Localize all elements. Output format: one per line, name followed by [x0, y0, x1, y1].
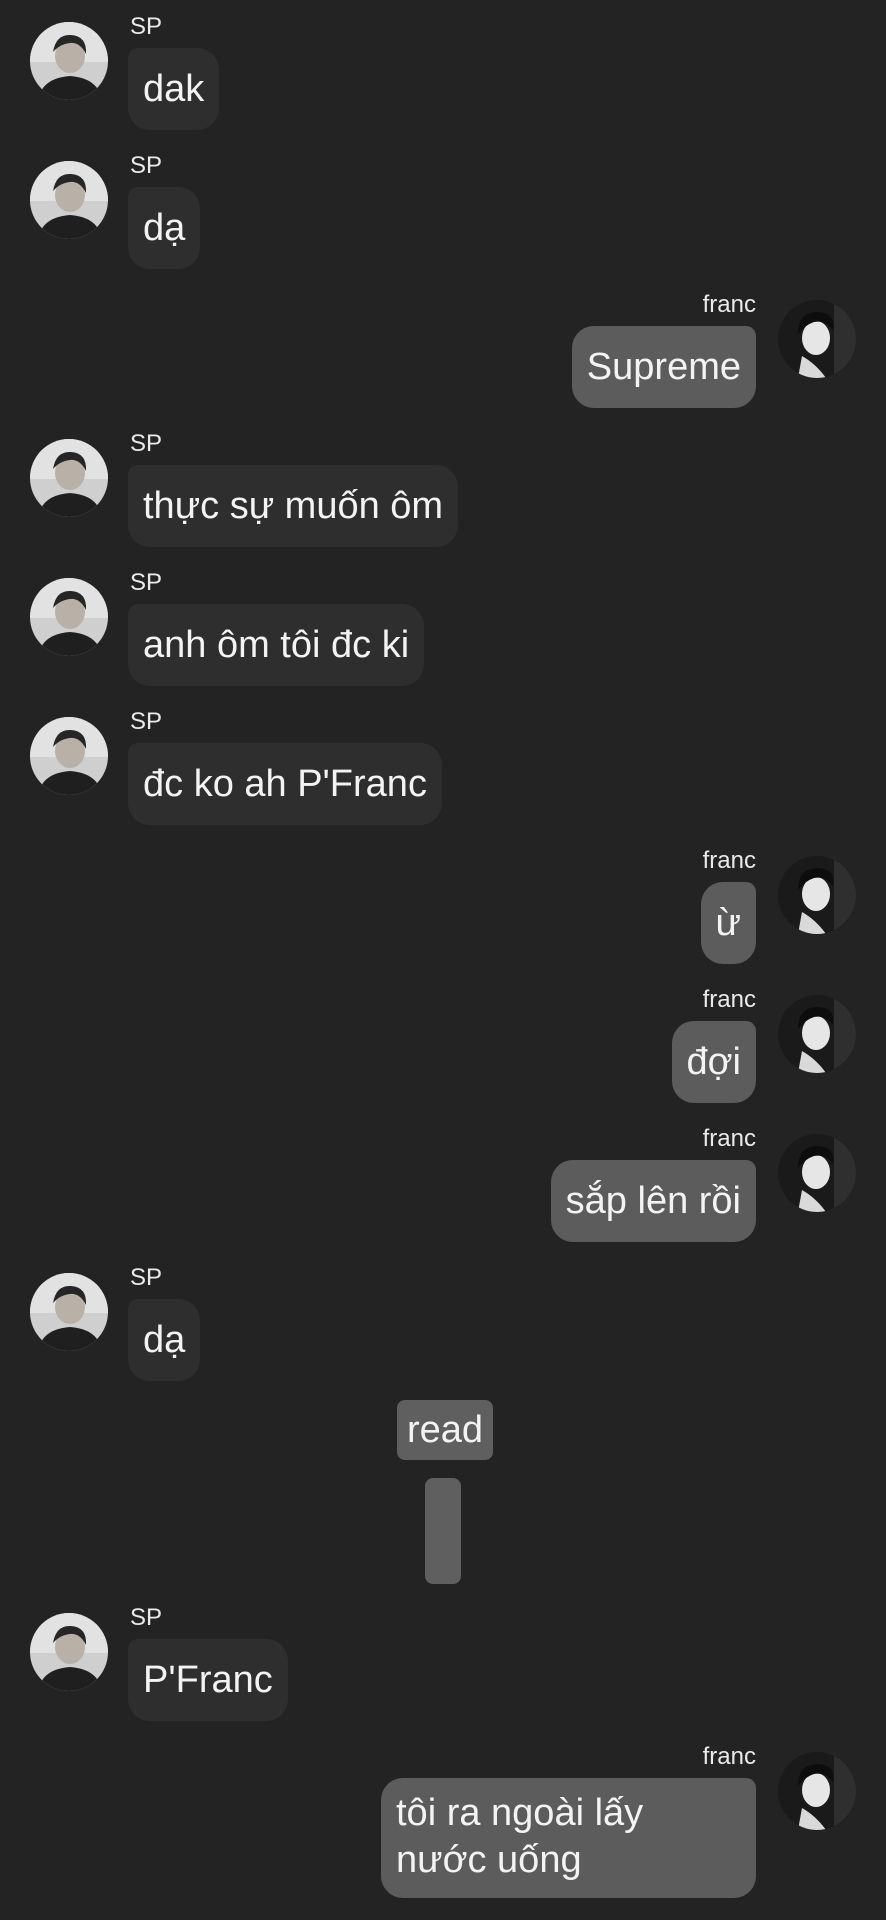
message-bubble[interactable]: ừ	[700, 882, 756, 964]
avatar[interactable]	[778, 995, 856, 1073]
sender-name: SP	[130, 1264, 163, 1291]
person-avatar-icon	[30, 578, 108, 656]
sender-name: franc	[702, 847, 756, 874]
person-avatar-icon	[778, 995, 856, 1073]
sender-name: SP	[130, 708, 163, 735]
sender-name: franc	[702, 1743, 756, 1770]
message-bubble[interactable]: Supreme	[571, 326, 756, 408]
person-avatar-icon	[30, 161, 108, 239]
scroll-handle[interactable]	[425, 1478, 461, 1584]
avatar[interactable]	[30, 22, 108, 100]
person-avatar-icon	[30, 1613, 108, 1691]
avatar[interactable]	[30, 1273, 108, 1351]
message-bubble[interactable]: sắp lên rồi	[550, 1160, 756, 1242]
person-avatar-icon	[778, 300, 856, 378]
sender-name: franc	[702, 1125, 756, 1152]
avatar[interactable]	[778, 1752, 856, 1830]
message-bubble[interactable]: đợi	[671, 1021, 756, 1103]
person-avatar-icon	[30, 439, 108, 517]
message-bubble[interactable]: tôi ra ngoài lấy nước uống	[381, 1778, 756, 1898]
sender-name: franc	[702, 986, 756, 1013]
message-bubble[interactable]: dạ	[128, 1299, 201, 1381]
avatar[interactable]	[30, 1613, 108, 1691]
avatar[interactable]	[778, 856, 856, 934]
avatar[interactable]	[778, 1134, 856, 1212]
sender-name: SP	[130, 1604, 163, 1631]
avatar[interactable]	[30, 717, 108, 795]
person-avatar-icon	[30, 22, 108, 100]
message-bubble[interactable]: P'Franc	[128, 1639, 288, 1721]
sender-name: franc	[702, 291, 756, 318]
sender-name: SP	[130, 13, 163, 40]
person-avatar-icon	[778, 856, 856, 934]
message-bubble[interactable]: đc ko ah P'Franc	[128, 743, 442, 825]
person-avatar-icon	[30, 1273, 108, 1351]
sender-name: SP	[130, 569, 163, 596]
message-bubble[interactable]: dạ	[128, 187, 201, 269]
message-bubble[interactable]: thực sự muốn ôm	[128, 465, 459, 547]
avatar[interactable]	[30, 161, 108, 239]
message-bubble[interactable]: dak	[128, 48, 220, 130]
person-avatar-icon	[30, 717, 108, 795]
person-avatar-icon	[778, 1752, 856, 1830]
avatar[interactable]	[30, 439, 108, 517]
read-indicator: read	[397, 1400, 494, 1460]
person-avatar-icon	[778, 1134, 856, 1212]
avatar[interactable]	[30, 578, 108, 656]
sender-name: SP	[130, 430, 163, 457]
avatar[interactable]	[778, 300, 856, 378]
sender-name: SP	[130, 152, 163, 179]
message-bubble[interactable]: anh ôm tôi đc ki	[128, 604, 425, 686]
